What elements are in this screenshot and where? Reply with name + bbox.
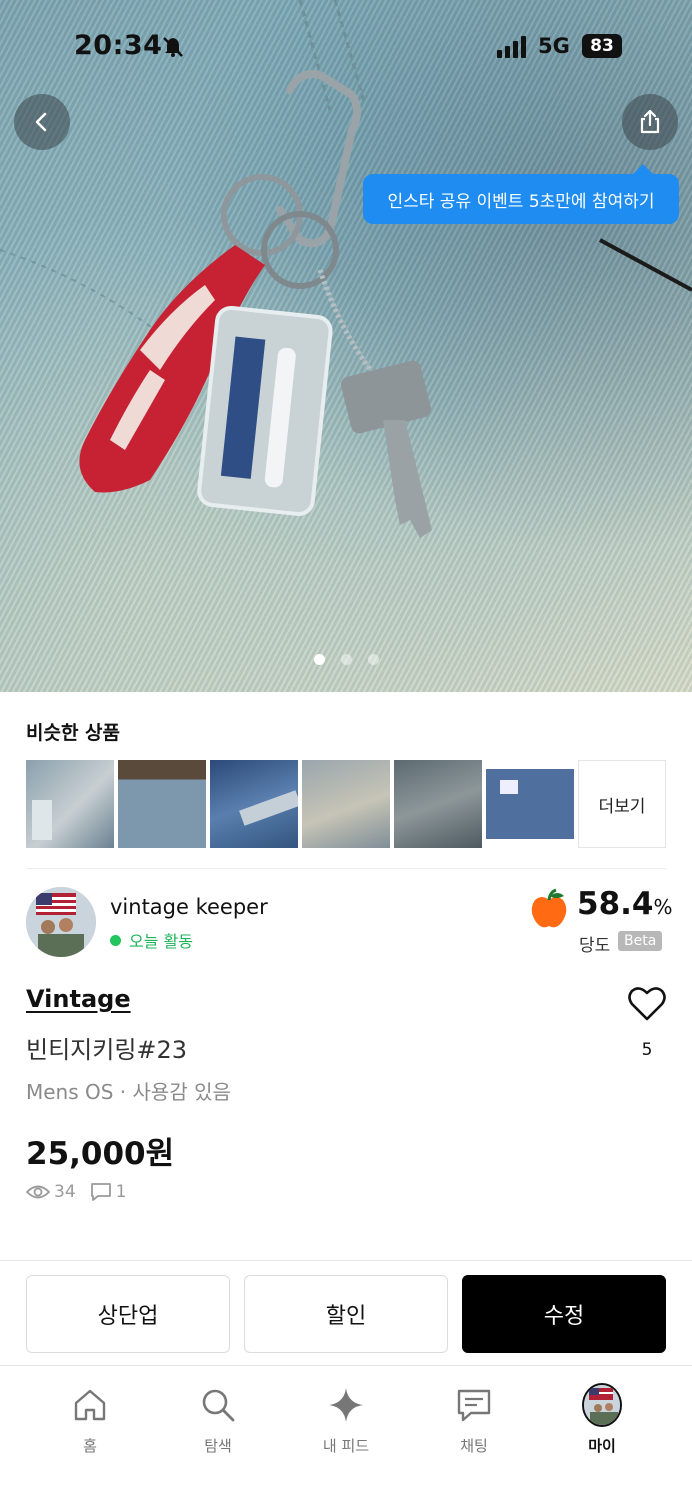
seller-activity: 오늘 활동 xyxy=(110,928,193,952)
sweetness-score[interactable]: 58.4% xyxy=(577,886,673,922)
section-divider xyxy=(26,868,666,869)
similar-product-thumb[interactable] xyxy=(486,760,574,848)
search-icon xyxy=(202,1389,235,1422)
beta-badge: Beta xyxy=(618,931,663,951)
signal-icon xyxy=(497,36,526,58)
share-event-tooltip[interactable]: 인스타 공유 이벤트 5초만에 참여하기 xyxy=(363,164,679,224)
home-icon xyxy=(74,1389,106,1421)
nav-my-label: 마이 xyxy=(588,1437,616,1455)
my-avatar xyxy=(582,1383,622,1427)
carousel-pagination xyxy=(0,654,692,665)
nav-home-label: 홈 xyxy=(83,1437,97,1455)
heart-icon[interactable] xyxy=(627,984,667,1024)
similar-product-thumb[interactable] xyxy=(26,760,114,848)
pagination-dot-2 xyxy=(340,654,352,665)
brand-link[interactable]: Vintage xyxy=(26,985,131,1013)
similar-product-thumb[interactable] xyxy=(210,760,298,848)
similar-product-thumb[interactable] xyxy=(394,760,482,848)
action-bar: 상단업 할인 수정 xyxy=(0,1260,692,1366)
keychain-photo xyxy=(0,0,692,538)
nav-chat[interactable]: 채팅 xyxy=(424,1385,524,1456)
sweetness-unit: % xyxy=(653,895,673,919)
sweetness-value: 58.4 xyxy=(577,886,654,922)
nav-home[interactable]: 홈 xyxy=(40,1385,140,1456)
status-bar: 20:34 5G 83 xyxy=(0,26,692,70)
similar-products-title: 비슷한 상품 xyxy=(26,722,121,744)
chevron-left-icon xyxy=(35,112,47,132)
bottom-navigation: 홈 탐색 내 피드 채팅 마이 xyxy=(0,1367,692,1500)
share-button[interactable] xyxy=(622,94,678,150)
status-time: 20:34 xyxy=(74,30,163,61)
more-similar-button[interactable]: 더보기 xyxy=(578,760,666,848)
pagination-dot-1 xyxy=(313,654,325,665)
activity-label: 오늘 활동 xyxy=(129,932,193,951)
chat-icon xyxy=(457,1389,491,1422)
seller-photo xyxy=(26,887,96,957)
pagination-dot-3 xyxy=(367,654,379,665)
seller-avatar[interactable] xyxy=(26,887,96,957)
battery-indicator: 83 xyxy=(582,34,622,58)
apple-icon xyxy=(531,888,567,928)
nav-my[interactable]: 마이 xyxy=(552,1383,652,1456)
product-price: 25,000원 xyxy=(26,1136,175,1172)
nav-search-label: 탐색 xyxy=(204,1437,232,1455)
sparkle-icon xyxy=(329,1388,363,1422)
network-label: 5G xyxy=(538,34,570,58)
like-count: 5 xyxy=(641,1040,653,1060)
discount-button[interactable]: 할인 xyxy=(244,1275,448,1353)
similar-products-list: 더보기 xyxy=(26,760,666,848)
edit-button[interactable]: 수정 xyxy=(462,1275,666,1353)
bump-button[interactable]: 상단업 xyxy=(26,1275,230,1353)
view-count: 34 xyxy=(54,1182,76,1202)
chat-count: 1 xyxy=(115,1182,127,1202)
back-button[interactable] xyxy=(14,94,70,150)
product-stats: 34 1 xyxy=(26,1182,126,1202)
eye-icon xyxy=(26,1185,50,1199)
seller-name[interactable]: vintage keeper xyxy=(110,895,268,919)
nav-chat-label: 채팅 xyxy=(460,1437,488,1455)
product-meta: Mens OS · 사용감 있음 xyxy=(26,1080,231,1104)
share-icon xyxy=(640,109,660,134)
similar-product-thumb[interactable] xyxy=(118,760,206,848)
nav-feed[interactable]: 내 피드 xyxy=(296,1385,396,1456)
product-title: 빈티지키링#23 xyxy=(26,1036,188,1064)
online-dot xyxy=(110,934,121,946)
nav-feed-label: 내 피드 xyxy=(322,1437,370,1455)
chat-bubble-icon xyxy=(90,1183,111,1201)
product-image-carousel[interactable]: 20:34 5G 83 인스타 공유 이벤트 5초만에 참여하기 xyxy=(0,0,692,692)
similar-product-thumb[interactable] xyxy=(302,760,390,848)
sweetness-label: 당도 xyxy=(579,936,611,956)
my-avatar-photo xyxy=(584,1385,620,1425)
bell-muted-icon xyxy=(163,37,183,57)
nav-search[interactable]: 탐색 xyxy=(168,1385,268,1456)
